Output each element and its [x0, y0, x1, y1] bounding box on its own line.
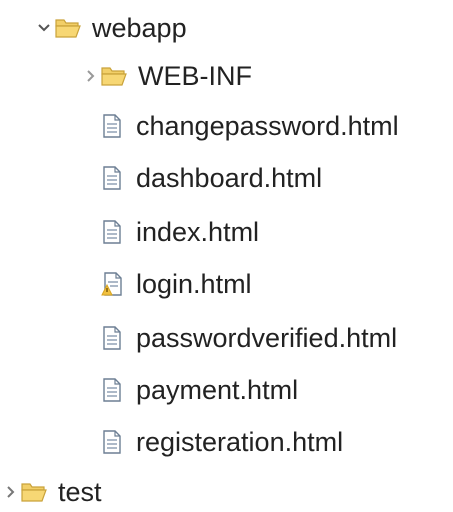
html-file-icon: [98, 316, 126, 360]
tree-item-label: registeration.html: [136, 427, 344, 457]
tree-item-label: WEB-INF: [138, 61, 252, 91]
tree-item-label: webapp: [92, 13, 187, 43]
folder-open-icon: [20, 470, 48, 512]
tree-item-label: changepassword.html: [136, 111, 399, 141]
tree-item-label: passwordverified.html: [136, 323, 398, 353]
tree-item-file[interactable]: registeration.html: [98, 420, 343, 464]
tree-item-file[interactable]: dashboard.html: [98, 156, 322, 200]
tree-item-file[interactable]: index.html: [98, 210, 259, 254]
tree-item-label: index.html: [136, 217, 260, 247]
tree-item-label: payment.html: [136, 375, 299, 405]
project-explorer-tree: webapp WEB-INF changepassword.html dashb…: [0, 0, 453, 512]
tree-item-file[interactable]: login.html: [98, 262, 252, 306]
html-file-icon: [98, 368, 126, 412]
tree-item-label: test: [58, 477, 102, 507]
html-file-icon: [98, 210, 126, 254]
tree-item-file[interactable]: passwordverified.html: [98, 316, 397, 360]
html-file-icon: [98, 420, 126, 464]
chevron-right-icon[interactable]: [80, 54, 100, 98]
html-file-warning-icon: [98, 262, 126, 306]
html-file-icon: [98, 104, 126, 148]
folder-open-icon: [54, 6, 82, 50]
tree-item-test[interactable]: test: [0, 470, 102, 512]
tree-item-web-inf[interactable]: WEB-INF: [80, 54, 252, 98]
html-file-icon: [98, 156, 126, 200]
chevron-down-icon[interactable]: [34, 6, 54, 50]
tree-item-label: dashboard.html: [136, 163, 323, 193]
tree-item-webapp[interactable]: webapp: [34, 6, 187, 50]
tree-item-file[interactable]: payment.html: [98, 368, 298, 412]
chevron-right-icon[interactable]: [0, 470, 20, 512]
tree-item-label: login.html: [136, 269, 252, 299]
folder-open-icon: [100, 54, 128, 98]
tree-item-file[interactable]: changepassword.html: [98, 104, 399, 148]
